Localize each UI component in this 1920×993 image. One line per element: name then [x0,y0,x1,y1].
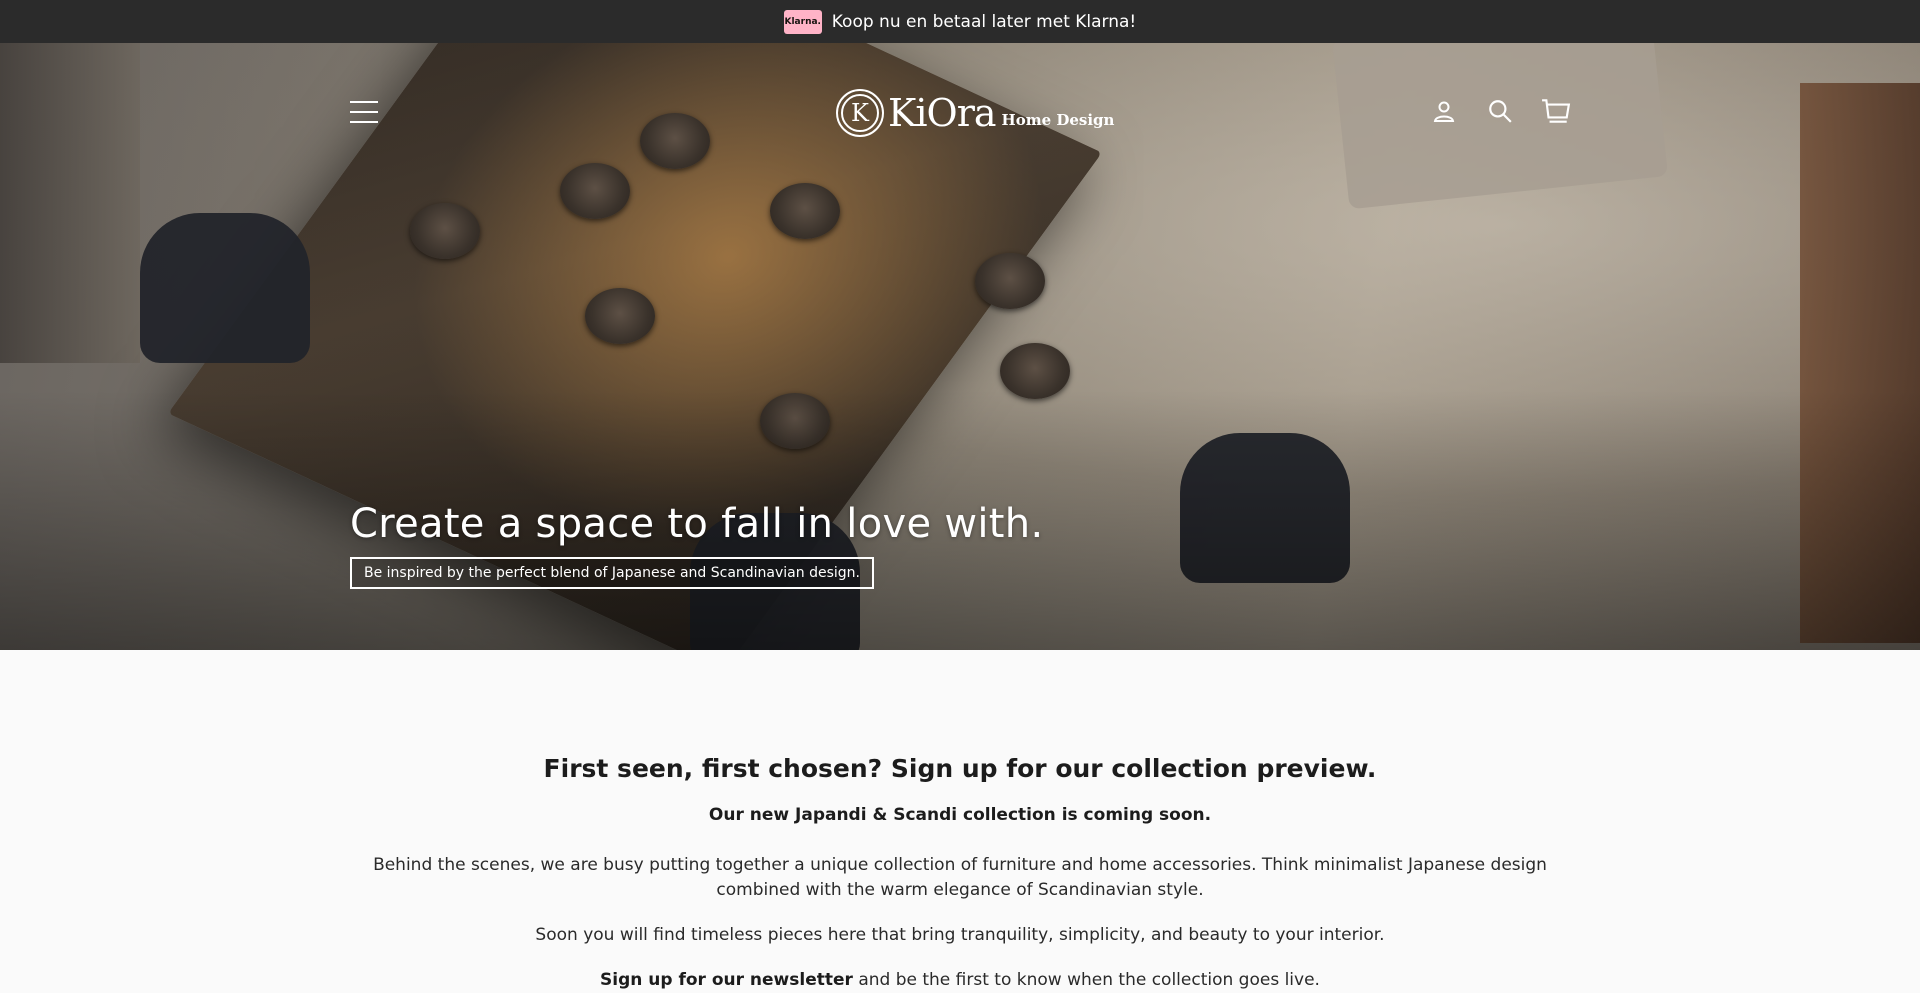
header-icons [1428,95,1572,127]
logo[interactable]: K KiOra Home Design [836,88,1114,138]
menu-icon[interactable] [350,101,378,123]
hero-photo-plate [770,183,840,239]
cart-icon[interactable] [1540,95,1572,127]
hero-subtitle: Be inspired by the perfect blend of Japa… [350,557,874,589]
klarna-logo: Klarna. [783,9,822,34]
collection-announcement: Our new Japandi & Scandi collection is c… [708,805,1212,825]
logo-name: KiOra [888,91,997,135]
hero-photo-plate [410,203,480,259]
signup-line: Sign up for our newsletter and be the fi… [370,968,1550,993]
newsletter-signup-link[interactable]: Sign up for our newsletter [600,970,853,990]
site-header: K KiOra Home Design [0,83,1920,153]
logo-letter: K [841,94,879,132]
paragraph-pieces: Soon you will find timeless pieces here … [535,925,1385,945]
main-content: First seen, first chosen? Sign up for ou… [0,650,1920,993]
search-icon[interactable] [1484,95,1516,127]
announcement-text[interactable]: Koop nu en betaal later met Klarna! [832,12,1137,32]
hero-banner: K KiOra Home Design Create a space to fa… [0,43,1920,650]
hero-photo-plate [585,288,655,344]
hero-text: Create a space to fall in love with. Be … [350,501,1043,589]
announcement-bar: Klarna. Koop nu en betaal later met Klar… [0,0,1920,43]
account-icon[interactable] [1428,95,1460,127]
logo-mark: K [836,89,884,137]
section-heading: First seen, first chosen? Sign up for ou… [543,754,1377,783]
hero-title: Create a space to fall in love with. [350,501,1044,547]
hero-photo-chair [140,213,310,363]
signup-text: and be the first to know when the collec… [852,970,1320,990]
hero-photo-plate [560,163,630,219]
paragraph-intro: Behind the scenes, we are busy putting t… [373,855,1547,900]
hero-photo-plate [975,253,1045,309]
logo-tagline: Home Design [1001,111,1115,129]
